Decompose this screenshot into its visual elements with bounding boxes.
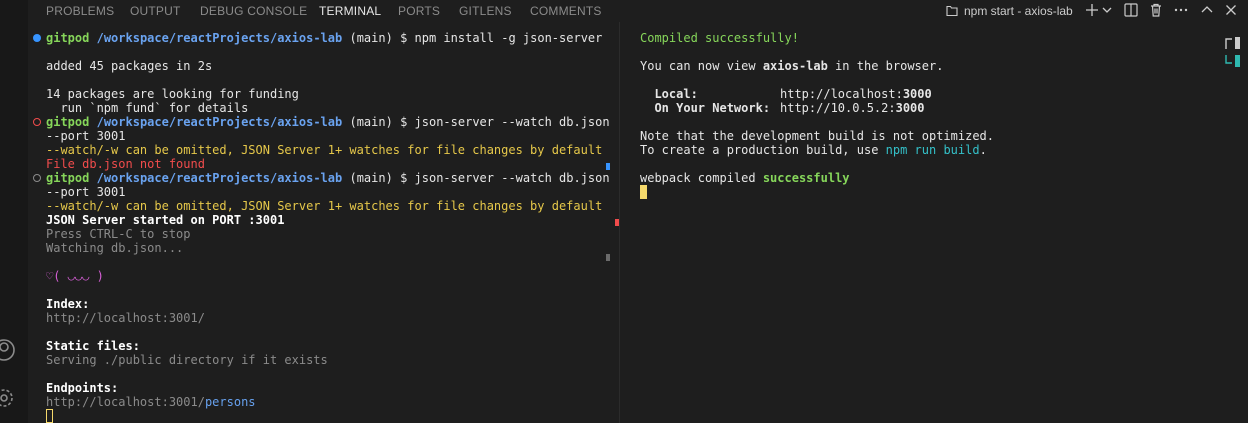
- chevron-down-icon[interactable]: [1101, 2, 1117, 18]
- terminal-warning-line: --watch/-w can be omitted, JSON Server 1…: [46, 199, 603, 213]
- terminal-icon: [946, 5, 958, 17]
- scrollbar-marker[interactable]: [606, 163, 610, 170]
- terminal-command-line: gitpod /workspace/reactProjects/axios-la…: [46, 31, 603, 45]
- activity-bar: [0, 0, 28, 423]
- tab-comments[interactable]: COMMENTS: [530, 4, 602, 18]
- terminal-command-wrap: --port 3001: [46, 129, 126, 143]
- tab-debug-console[interactable]: DEBUG CONSOLE: [200, 4, 307, 18]
- terminal-output-line: Serving ./public directory if it exists: [46, 353, 328, 367]
- add-icon[interactable]: [1084, 2, 1100, 18]
- terminal-right[interactable]: [620, 22, 1204, 423]
- tab-gitlens[interactable]: GITLENS: [459, 4, 512, 18]
- terminal-emoji-line: ♡( ◡◡◡ ): [46, 269, 104, 283]
- terminal-tree-icon[interactable]: [1224, 34, 1240, 49]
- tab-terminal[interactable]: TERMINAL: [319, 4, 382, 23]
- terminal-cursor: [46, 409, 53, 423]
- terminal-output-line: Watching db.json...: [46, 241, 184, 255]
- terminal-tree-icon[interactable]: [1224, 52, 1240, 67]
- terminal-network-line: On Your Network: http://10.0.5.2:3000: [640, 101, 925, 115]
- terminal-section-heading: Index:: [46, 297, 90, 311]
- terminal-output-line: run `npm fund` for details: [46, 101, 249, 115]
- terminal-link[interactable]: http://localhost:3001/: [46, 311, 205, 325]
- terminal-output-line: JSON Server started on PORT :3001: [46, 213, 285, 227]
- terminal-link[interactable]: http://localhost:3001/persons: [46, 395, 256, 409]
- trash-icon[interactable]: [1148, 2, 1164, 18]
- command-running-decoration[interactable]: [33, 174, 41, 182]
- terminal-output-line: Press CTRL-C to stop: [46, 227, 191, 241]
- terminal-command-line: gitpod /workspace/reactProjects/axios-la…: [46, 171, 610, 185]
- terminal-local-line: Local: http://localhost:3000: [640, 87, 932, 101]
- terminal-output-line: To create a production build, use npm ru…: [640, 143, 987, 157]
- terminal-section-heading: Endpoints:: [46, 381, 119, 395]
- settings-icon[interactable]: [0, 386, 16, 410]
- terminal-error-line: File db.json not found: [46, 157, 205, 171]
- terminal-output-line: added 45 packages in 2s: [46, 59, 213, 73]
- split-icon[interactable]: [1123, 2, 1139, 18]
- terminal-command-line: gitpod /workspace/reactProjects/axios-la…: [46, 115, 610, 129]
- tab-problems[interactable]: PROBLEMS: [46, 4, 114, 18]
- tab-ports[interactable]: PORTS: [398, 4, 440, 18]
- close-icon[interactable]: [1223, 2, 1239, 18]
- account-icon[interactable]: [0, 338, 16, 362]
- terminal-output-line: webpack compiled successfully: [640, 171, 850, 185]
- panel-tab-bar: PROBLEMS OUTPUT DEBUG CONSOLE TERMINAL P…: [28, 0, 1248, 23]
- command-error-decoration[interactable]: [33, 118, 41, 126]
- terminal-section-heading: Static files:: [46, 339, 140, 353]
- terminal-output-line: You can now view axios-lab in the browse…: [640, 59, 944, 73]
- terminal-name: npm start - axios-lab: [964, 4, 1073, 18]
- terminal-warning-line: --watch/-w can be omitted, JSON Server 1…: [46, 143, 603, 157]
- terminal-link[interactable]: http://localhost:3000: [780, 87, 932, 101]
- terminal-tabs-strip: [1204, 22, 1248, 423]
- command-success-decoration[interactable]: [33, 34, 41, 42]
- terminal-output-line: 14 packages are looking for funding: [46, 87, 299, 101]
- tab-output[interactable]: OUTPUT: [130, 4, 181, 18]
- terminal-selector[interactable]: npm start - axios-lab: [945, 2, 1073, 20]
- terminal-output-line: Note that the development build is not o…: [640, 129, 995, 143]
- more-icon[interactable]: [1173, 2, 1189, 18]
- terminal-link[interactable]: http://10.0.5.2:3000: [780, 101, 925, 115]
- terminal-cursor: [640, 185, 647, 199]
- scrollbar-marker[interactable]: [606, 254, 610, 261]
- terminal-command-wrap: --port 3001: [46, 185, 126, 199]
- terminal-output-line: Compiled successfully!: [640, 31, 799, 45]
- chevron-up-icon[interactable]: [1199, 2, 1215, 18]
